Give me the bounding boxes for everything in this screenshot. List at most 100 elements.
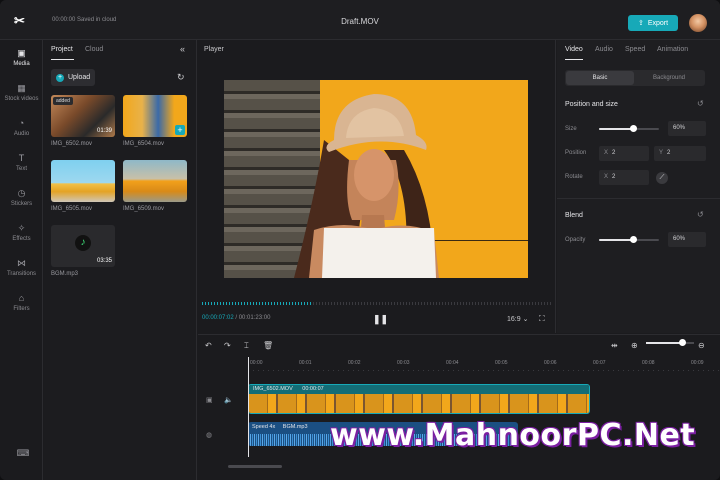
- media-item-img6504[interactable]: +: [123, 95, 187, 137]
- zoom-out-icon[interactable]: ⊖: [698, 341, 705, 350]
- left-rail: ▣ Media ▦ Stock videos ◔ Audio T Text ◷ Stick…: [0, 40, 43, 480]
- audio-clip-header: Speed 4x BGM.mp3: [252, 424, 308, 430]
- rail-item-audio[interactable]: ◔ Audio: [0, 118, 43, 137]
- rail-item-text[interactable]: T Text: [0, 153, 43, 172]
- clip-duration: 00:00:07: [302, 386, 324, 392]
- rail-item-filters[interactable]: ⌂ Filters: [0, 293, 43, 312]
- reset-icon[interactable]: ↺: [697, 99, 704, 108]
- ruler-tick: 00:08: [642, 360, 655, 366]
- fullscreen-icon[interactable]: ⛶: [539, 314, 545, 324]
- speaker-icon[interactable]: 🔈: [224, 396, 233, 404]
- position-x-field[interactable]: X2: [599, 146, 649, 161]
- tab-speed[interactable]: Speed: [625, 46, 645, 53]
- zoom-in-icon[interactable]: ⊕: [631, 341, 638, 350]
- split-icon[interactable]: ⌶: [244, 341, 249, 351]
- add-to-timeline-icon[interactable]: +: [175, 125, 185, 135]
- playhead[interactable]: [248, 357, 249, 457]
- zoom-slider-knob[interactable]: [679, 339, 686, 346]
- ruler-tick: 00:02: [348, 360, 361, 366]
- tab-project[interactable]: Project: [51, 46, 73, 53]
- undo-icon[interactable]: ↶: [205, 341, 212, 350]
- rail-item-stickers[interactable]: ◷ Stickers: [0, 188, 43, 207]
- media-name: IMG_6504.mov: [123, 141, 165, 147]
- watermark-logo: www.MahnoorPC.Net: [330, 418, 696, 453]
- video-track-icon: ▣: [206, 397, 213, 404]
- segment-background[interactable]: Background: [635, 71, 703, 85]
- delete-icon[interactable]: 🗑: [263, 341, 273, 350]
- media-duration: 01:39: [96, 128, 112, 134]
- size-slider-knob[interactable]: [630, 125, 638, 132]
- media-duration: 03:35: [96, 258, 112, 264]
- opacity-value-field[interactable]: 60%: [668, 232, 706, 247]
- export-label: Export: [647, 19, 669, 27]
- video-clip[interactable]: IMG_6502.MOV 00:00:07: [248, 384, 590, 414]
- sticker-icon: ◷: [17, 188, 26, 198]
- rotate-field[interactable]: X2: [599, 170, 649, 185]
- segment-basic[interactable]: Basic: [566, 71, 634, 85]
- media-item-bgm[interactable]: ♪ 03:35: [51, 225, 115, 267]
- avatar[interactable]: [689, 14, 707, 32]
- opacity-slider-knob[interactable]: [630, 236, 638, 243]
- refresh-icon[interactable]: ↻: [177, 72, 185, 83]
- media-name: IMG_6509.mov: [123, 206, 165, 212]
- rail-item-media[interactable]: ▣ Media: [0, 48, 43, 67]
- ruler-ticks: [248, 370, 720, 371]
- clip-frames: [249, 394, 589, 413]
- ruler-tick: 00:09: [691, 360, 704, 366]
- project-title[interactable]: Draft.MOV: [0, 17, 720, 26]
- app-window: ✂ 00:00:00 Saved in cloud Draft.MOV ⇪ Ex…: [0, 0, 720, 480]
- timeline-scrollbar[interactable]: [228, 465, 282, 468]
- media-name: IMG_6505.mov: [51, 206, 93, 212]
- size-label: Size: [565, 126, 577, 132]
- keyboard-icon: ⌨: [16, 448, 30, 458]
- pause-icon[interactable]: ❚❚: [373, 314, 388, 325]
- timeline-panel: ↶ ↷ ⌶ 🗑 ⇹ ⊕ ⊖ 00:00 00:01 00:02 00:03 00…: [198, 334, 720, 480]
- rail-item-transitions[interactable]: ⋈ Transitions: [0, 258, 43, 277]
- active-tab-indicator: [51, 59, 74, 60]
- keyboard-shortcuts-button[interactable]: ⌨: [0, 448, 43, 461]
- media-item-img6509[interactable]: [123, 160, 187, 202]
- rail-item-stock-videos[interactable]: ▦ Stock videos: [0, 83, 43, 102]
- redo-icon[interactable]: ↷: [224, 341, 231, 350]
- blend-heading: Blend: [565, 212, 583, 219]
- reset-icon[interactable]: ↺: [697, 210, 704, 219]
- magnet-icon[interactable]: ⇹: [611, 341, 618, 350]
- rotate-dial-icon[interactable]: ⟋: [656, 172, 668, 184]
- clip-name: IMG_6502.MOV: [253, 386, 293, 392]
- chevron-down-icon: ⌄: [522, 316, 529, 323]
- ruler-tick: 00:00: [250, 360, 263, 366]
- rail-item-effects[interactable]: ✧ Effects: [0, 223, 43, 242]
- woman-in-bucket-hat: [294, 94, 439, 278]
- music-note-icon: ♪: [75, 235, 91, 251]
- section-divider: [557, 198, 720, 199]
- media-item-img6505[interactable]: [51, 160, 115, 202]
- media-icon: ▣: [17, 48, 26, 58]
- collapse-panel-icon[interactable]: «: [180, 44, 185, 54]
- ruler-tick: 00:01: [299, 360, 312, 366]
- scrub-bar[interactable]: [202, 302, 552, 305]
- size-value-field[interactable]: 60%: [668, 121, 706, 136]
- effects-icon: ✧: [17, 223, 26, 233]
- tab-audio[interactable]: Audio: [595, 46, 613, 53]
- opacity-slider[interactable]: [599, 236, 659, 243]
- opacity-slider-fill: [599, 239, 634, 241]
- tab-animation[interactable]: Animation: [657, 46, 688, 53]
- tab-cloud[interactable]: Cloud: [85, 46, 103, 53]
- size-slider[interactable]: [599, 125, 659, 132]
- size-slider-fill: [599, 128, 634, 130]
- video-preview[interactable]: [224, 80, 528, 278]
- position-y-field[interactable]: Y2: [654, 146, 706, 161]
- transitions-icon: ⋈: [17, 258, 26, 268]
- ruler-tick: 00:06: [544, 360, 557, 366]
- media-name: BGM.mp3: [51, 271, 79, 277]
- position-label: Position: [565, 150, 587, 156]
- media-item-img6502[interactable]: added 01:39: [51, 95, 115, 137]
- upload-button[interactable]: + Upload: [51, 69, 95, 86]
- tab-video[interactable]: Video: [565, 46, 583, 53]
- zoom-slider-fill: [646, 342, 682, 344]
- export-button[interactable]: ⇪ Export: [628, 15, 678, 31]
- current-time: 00:00:07:02: [202, 315, 234, 321]
- aspect-ratio-select[interactable]: 16:9 ⌄: [507, 315, 528, 323]
- position-size-heading: Position and size: [565, 101, 618, 108]
- zoom-slider[interactable]: [646, 339, 694, 346]
